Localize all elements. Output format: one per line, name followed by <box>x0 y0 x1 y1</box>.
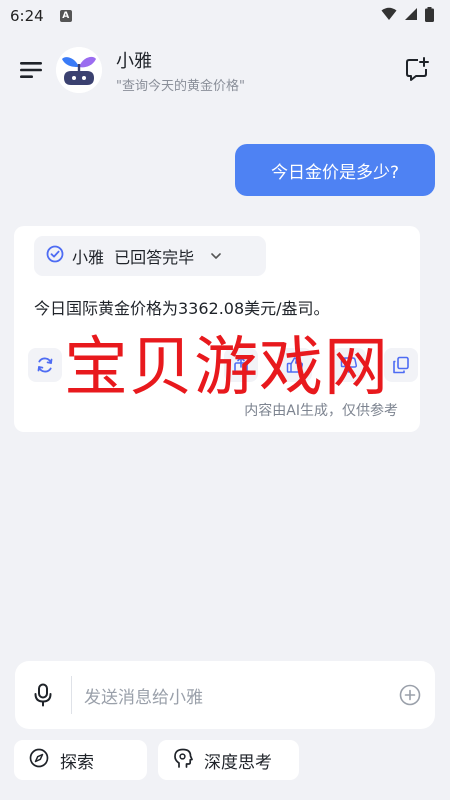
user-message-text: 今日金价是多少? <box>270 162 400 183</box>
feature-chips: 探索 深度思考 <box>14 740 299 780</box>
compass-icon <box>28 747 50 774</box>
status-time: 6:24 <box>10 7 44 25</box>
header-subtitle: "查询今天的黄金价格" <box>116 78 245 94</box>
status-bar: 6:24 A <box>0 0 450 32</box>
signal-icon <box>404 7 418 25</box>
microphone-icon[interactable] <box>15 661 71 729</box>
add-attachment-icon[interactable] <box>385 684 435 706</box>
deep-think-chip-label: 深度思考 <box>204 752 272 773</box>
user-message-bubble[interactable]: 今日金价是多少? <box>235 144 435 196</box>
watermark-text: 宝贝游戏网 <box>64 331 389 405</box>
message-input[interactable]: 发送消息给小雅 <box>84 683 385 708</box>
assistant-answer-text: 今日国际黄金价格为3362.08美元/盎司。 <box>34 299 330 318</box>
chat-header: 小雅 "查询今天的黄金价格" <box>0 32 450 108</box>
explore-chip-label: 探索 <box>60 752 94 773</box>
menu-icon[interactable] <box>18 57 44 83</box>
composer-divider <box>71 676 72 714</box>
battery-icon <box>425 6 434 26</box>
copy-icon[interactable] <box>384 348 418 382</box>
notification-badge-icon: A <box>59 10 72 22</box>
check-circle-icon <box>46 245 64 267</box>
chevron-down-icon <box>210 252 222 260</box>
new-chat-icon[interactable] <box>402 54 432 84</box>
avatar[interactable] <box>56 47 102 93</box>
assistant-name: 小雅 <box>116 50 152 72</box>
reply-status-toggle[interactable]: 小雅 已回答完毕 <box>34 236 266 276</box>
assistant-mascot-icon <box>56 47 102 93</box>
reply-status-text: 小雅 已回答完毕 <box>72 248 195 267</box>
deep-think-chip[interactable]: 深度思考 <box>158 740 299 780</box>
message-composer[interactable]: 发送消息给小雅 <box>15 661 435 729</box>
regenerate-icon[interactable] <box>28 348 62 382</box>
wifi-icon <box>381 7 397 25</box>
explore-chip[interactable]: 探索 <box>14 740 147 780</box>
brain-icon <box>172 747 194 774</box>
